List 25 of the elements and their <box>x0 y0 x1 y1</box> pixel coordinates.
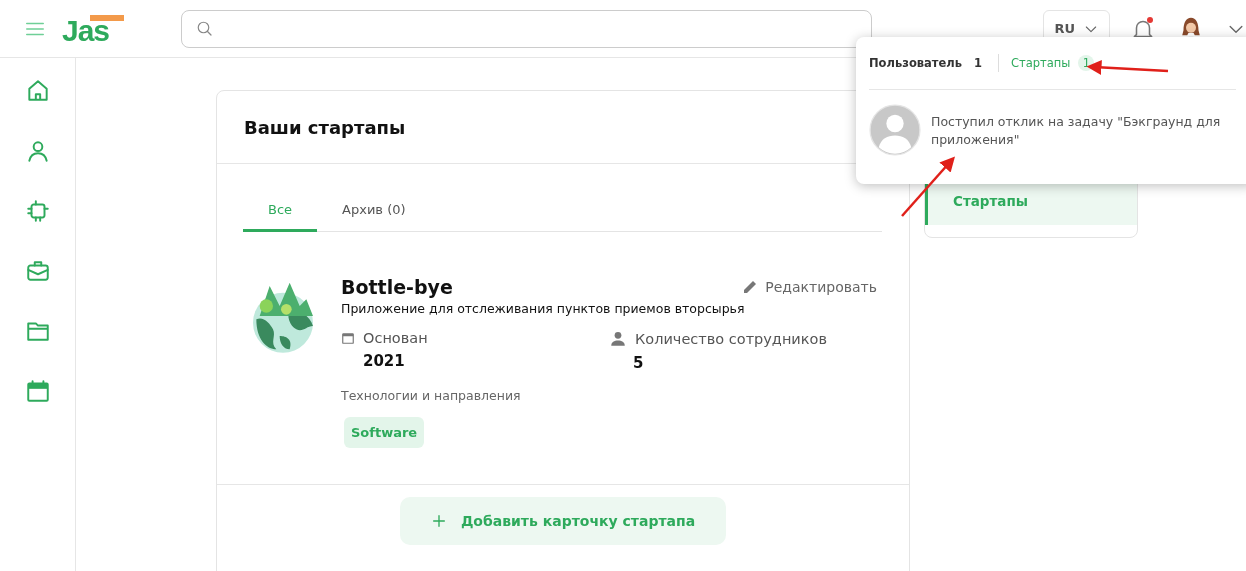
briefcase-icon[interactable] <box>24 258 51 284</box>
page-title: Ваши стартапы <box>244 116 406 138</box>
tag: Software <box>344 417 425 448</box>
annotation-arrow <box>901 156 955 217</box>
startup-description: Приложение для отслеживания пунктов приемов вторсырья <box>341 301 746 316</box>
notification-text[interactable]: Поступил отклик на задачу "Бэкграунд для приложения" <box>931 104 1241 156</box>
chip-icon[interactable] <box>24 198 51 224</box>
fact-label: Количество сотрудников <box>635 331 827 347</box>
tab[interactable]: Все <box>243 194 318 232</box>
logo[interactable]: Jas <box>62 11 128 46</box>
calendar-icon <box>341 331 355 345</box>
startup-name: Bottle-bye <box>341 276 453 298</box>
tab[interactable]: Архив (0) <box>317 194 431 232</box>
calendar-icon[interactable] <box>24 378 51 404</box>
fact-label: Основан <box>363 330 428 346</box>
tab[interactable]: Пользователь 1 <box>869 55 986 71</box>
person-icon <box>609 330 627 348</box>
edit-button[interactable]: Редактировать <box>741 278 877 296</box>
search-field[interactable] <box>180 9 873 48</box>
search-icon <box>195 19 214 38</box>
plus-icon <box>430 513 447 529</box>
section-label: Технологии и направления <box>341 388 522 403</box>
fact-value: 5 <box>633 354 645 372</box>
fact-value: 2021 <box>363 352 406 370</box>
avatar-placeholder-icon <box>869 104 921 156</box>
